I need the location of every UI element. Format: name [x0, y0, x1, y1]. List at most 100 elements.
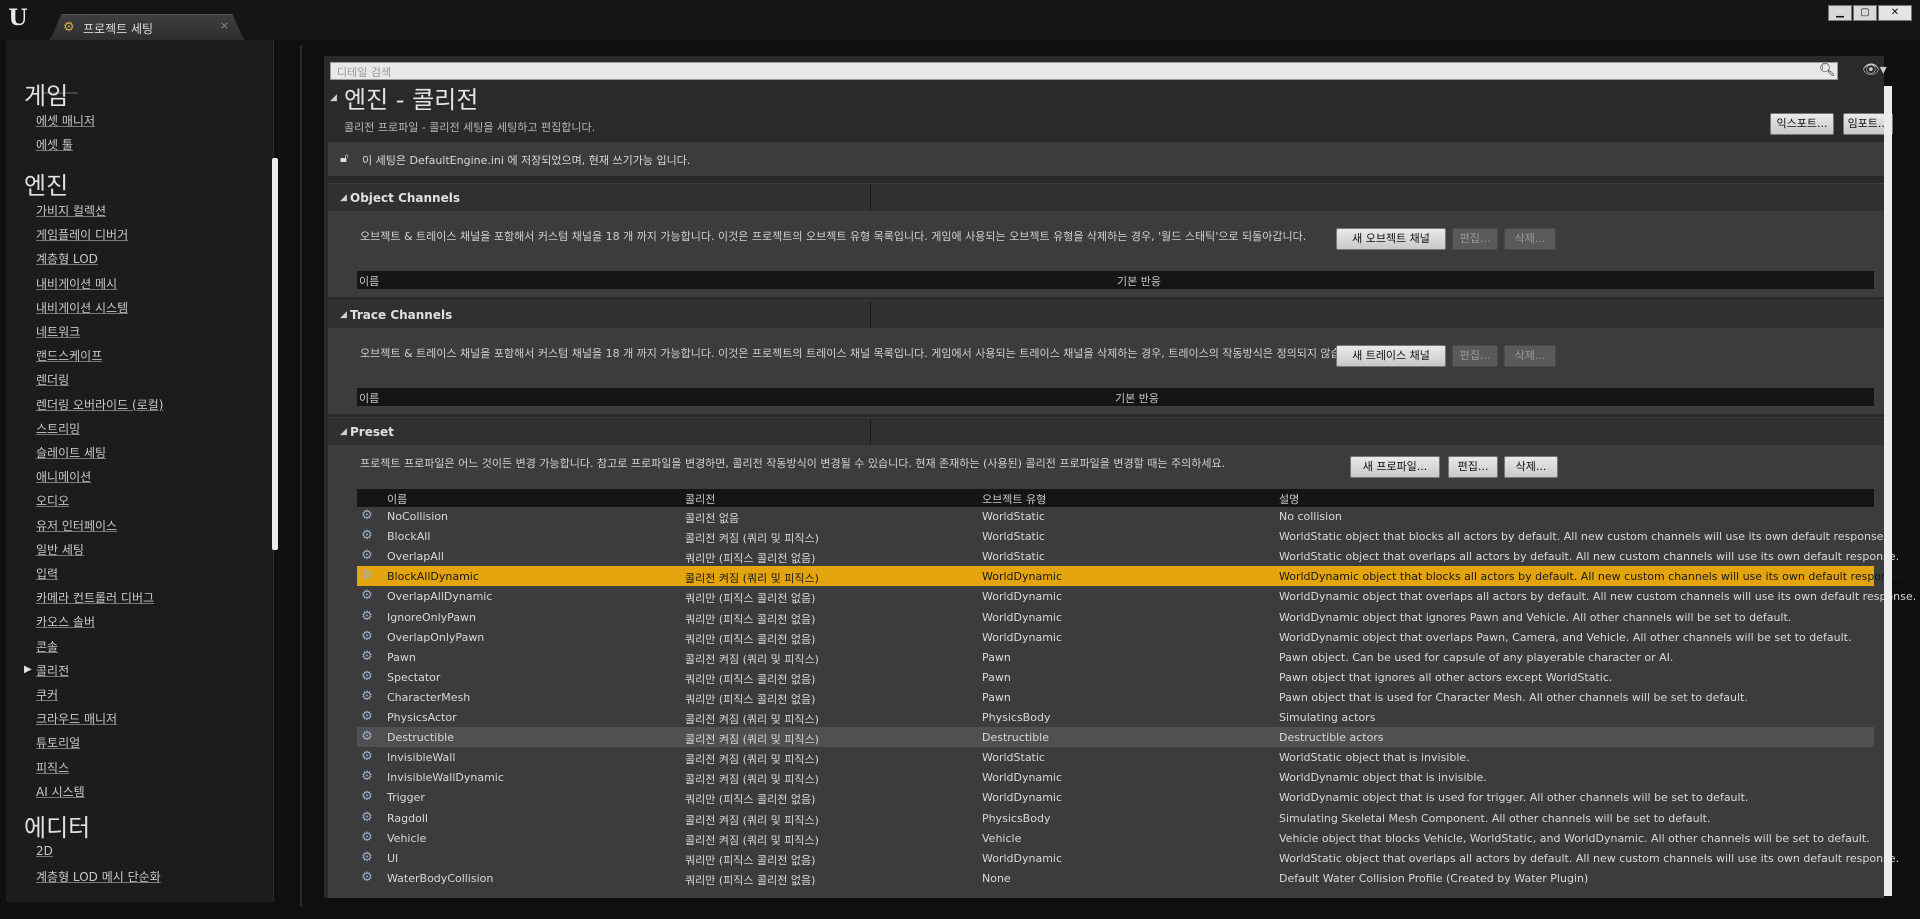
- sidebar-item[interactable]: 튜토리얼: [36, 734, 80, 751]
- row-object-type: WorldDynamic: [982, 791, 1063, 805]
- table-row[interactable]: ⚙ PhysicsActor 콜리전 켜짐 (쿼리 및 피직스) PhysicsBod…: [357, 707, 1874, 727]
- table-row[interactable]: ⚙ OverlapAll 쿼리만 (피직스 콜리전 없음) WorldStatic Wo…: [357, 546, 1899, 566]
- delete-object-channel-button[interactable]: 삭제...: [1504, 228, 1556, 250]
- row-name: Trigger: [387, 791, 425, 805]
- header-splitter[interactable]: [870, 184, 871, 212]
- sidebar-item[interactable]: 크라우드 매니저: [36, 710, 117, 727]
- sidebar-item[interactable]: 카메라 컨트롤러 디버그: [36, 589, 154, 606]
- table-row[interactable]: ⚙ Pawn 콜리전 켜짐 (쿼리 및 피직스) Pawn Pawn object. C…: [357, 647, 1874, 667]
- category-preset[interactable]: ◢ Preset: [328, 417, 1884, 446]
- sidebar-scrollbar[interactable]: [272, 158, 278, 550]
- sidebar-item[interactable]: 2D: [36, 844, 53, 858]
- close-button[interactable]: ✕: [1878, 5, 1912, 21]
- config-info-text: 이 세팅은 DefaultEngine.ini 에 저장되었으며, 현재 쓰기가…: [362, 154, 691, 167]
- sidebar-item[interactable]: 쿠커: [36, 686, 58, 703]
- sidebar-item[interactable]: 내비게이션 시스템: [36, 299, 128, 316]
- tab-close-icon[interactable]: ×: [220, 19, 229, 32]
- gear-icon: ⚙: [361, 729, 373, 745]
- sidebar-item[interactable]: 피직스: [36, 759, 69, 776]
- table-row[interactable]: ⚙ NoCollision 콜리전 없음 WorldStatic No collisio…: [357, 506, 1874, 526]
- maximize-button[interactable]: ▢: [1853, 5, 1877, 21]
- sidebar-item[interactable]: 애니메이션: [36, 468, 91, 485]
- row-description: WorldStatic object that overlaps all act…: [1279, 851, 1900, 865]
- sidebar-item[interactable]: 입력: [36, 565, 58, 582]
- sidebar-item[interactable]: 내비게이션 메시: [36, 275, 117, 292]
- table-row[interactable]: ⚙ InvisibleWall 콜리전 켜짐 (쿼리 및 피직스) WorldStat…: [357, 747, 1874, 767]
- gear-icon: ⚙: [361, 668, 373, 684]
- sidebar-item[interactable]: AI 시스템: [36, 783, 85, 800]
- collapse-arrow-icon[interactable]: ◢: [340, 193, 347, 203]
- edit-trace-channel-button[interactable]: 편집...: [1452, 345, 1498, 367]
- row-description: WorldStatic object that is invisible.: [1279, 751, 1470, 765]
- table-row[interactable]: ⚙ IgnoreOnlyPawn 쿼리만 (피직스 콜리전 없음) WorldDyna…: [357, 607, 1874, 627]
- column-description[interactable]: 설명: [1279, 491, 1299, 507]
- header-splitter[interactable]: [870, 418, 871, 446]
- sidebar-item[interactable]: 일반 세팅: [36, 541, 84, 558]
- column-default-response[interactable]: 기본 반응: [1117, 273, 1161, 289]
- row-description: Pawn object that ignores all other actor…: [1279, 670, 1613, 684]
- config-info-bar: 🔓︎ 이 세팅은 DefaultEngine.ini 에 저장되었으며, 현재 …: [328, 142, 1884, 176]
- sidebar-item[interactable]: 계층형 LOD 메시 단순화: [36, 868, 161, 885]
- delete-profile-button[interactable]: 삭제...: [1504, 456, 1558, 478]
- tab-project-settings[interactable]: ⚙ 프로젝트 세팅 ×: [50, 14, 244, 40]
- object-channels-column-header: 이름 기본 반응: [357, 271, 1874, 289]
- header-splitter[interactable]: [870, 301, 871, 329]
- column-name[interactable]: 이름: [387, 491, 407, 507]
- collapse-arrow-icon[interactable]: ◢: [330, 93, 337, 103]
- sidebar-item[interactable]: 가비지 컬렉션: [36, 202, 106, 219]
- row-object-type: WorldDynamic: [982, 590, 1063, 604]
- sidebar-item[interactable]: 카오스 솔버: [36, 613, 95, 630]
- column-default-response[interactable]: 기본 반응: [1115, 390, 1159, 406]
- sidebar-item[interactable]: 오디오: [36, 492, 69, 509]
- sidebar-item[interactable]: 계층형 LOD: [36, 250, 98, 267]
- panel-splitter[interactable]: [300, 45, 302, 907]
- details-scrollbar[interactable]: [1884, 86, 1892, 896]
- sidebar-item[interactable]: 게임플레이 디버거: [36, 226, 128, 243]
- sidebar-item[interactable]: 유저 인터페이스: [36, 517, 117, 534]
- column-collision[interactable]: 콜리전: [685, 491, 715, 507]
- sidebar-item[interactable]: 랜드스케이프: [36, 347, 102, 364]
- table-row[interactable]: ⚙ Vehicle 콜리전 켜짐 (쿼리 및 피직스) Vehicle Vehicle …: [357, 828, 1874, 848]
- table-row[interactable]: ⚙ CharacterMesh 쿼리만 (피직스 콜리전 없음) Pawn Pawn o…: [357, 687, 1874, 707]
- sidebar-item[interactable]: 네트워크: [36, 323, 80, 340]
- sidebar-item[interactable]: 스트리밍: [36, 420, 80, 437]
- collapse-arrow-icon[interactable]: ◢: [340, 427, 347, 437]
- search-icon[interactable]: 🔍︎: [1819, 63, 1836, 79]
- sidebar-item[interactable]: 에셋 툴: [36, 136, 73, 153]
- sidebar-item[interactable]: 렌더링 오버라이드 (로컬): [36, 396, 163, 413]
- minimize-button[interactable]: ▁: [1828, 5, 1852, 21]
- sidebar-item[interactable]: 슬레이트 세팅: [36, 444, 106, 461]
- export-button[interactable]: 익스포트...: [1770, 113, 1834, 135]
- row-collision: 콜리전 켜짐 (쿼리 및 피직스): [685, 532, 819, 546]
- column-name[interactable]: 이름: [359, 390, 379, 406]
- table-row[interactable]: ⚙ UI 쿼리만 (피직스 콜리전 없음) WorldDynamic WorldStat…: [357, 848, 1899, 868]
- category-object-channels[interactable]: ◢ Object Channels: [328, 183, 1884, 212]
- table-row[interactable]: ⚙ Trigger 쿼리만 (피직스 콜리전 없음) WorldDynamic Worl…: [357, 787, 1874, 807]
- new-object-channel-button[interactable]: 새 오브젝트 채널: [1336, 228, 1446, 250]
- category-trace-channels[interactable]: ◢ Trace Channels: [328, 300, 1884, 329]
- eye-icon[interactable]: 👁︎▾: [1862, 62, 1887, 78]
- table-row[interactable]: ⚙ OverlapOnlyPawn 쿼리만 (피직스 콜리전 없음) WorldDyn…: [357, 627, 1874, 647]
- column-object-type[interactable]: 오브젝트 유형: [982, 491, 1046, 507]
- table-row[interactable]: ⚙ Ragdoll 콜리전 켜짐 (쿼리 및 피직스) PhysicsBody Simu…: [357, 808, 1874, 828]
- table-row[interactable]: ⚙ BlockAll 콜리전 켜짐 (쿼리 및 피직스) WorldStatic Wor…: [357, 526, 1887, 546]
- sidebar-item[interactable]: 콜리전: [36, 662, 69, 679]
- table-row[interactable]: ⚙ Destructible 콜리전 켜짐 (쿼리 및 피직스) Destructib…: [357, 727, 1874, 748]
- table-row[interactable]: ⚙ Spectator 쿼리만 (피직스 콜리전 없음) Pawn Pawn objec…: [357, 667, 1874, 687]
- search-input[interactable]: 디테일 검색 🔍︎: [330, 62, 1838, 80]
- sidebar-item[interactable]: 렌더링: [36, 371, 69, 388]
- edit-profile-button[interactable]: 편집...: [1448, 456, 1498, 478]
- table-row[interactable]: ⚙ BlockAllDynamic 콜리전 켜짐 (쿼리 및 피직스) WorldDy…: [357, 566, 1904, 587]
- table-row[interactable]: ⚙ WaterBodyCollision 쿼리만 (피직스 콜리전 없음) None D…: [357, 868, 1874, 888]
- new-profile-button[interactable]: 새 프로파일...: [1350, 456, 1440, 478]
- gear-icon: ⚙: [361, 648, 373, 664]
- table-row[interactable]: ⚙ OverlapAllDynamic 쿼리만 (피직스 콜리전 없음) WorldD…: [357, 586, 1916, 606]
- edit-object-channel-button[interactable]: 편집...: [1452, 228, 1498, 250]
- sidebar-item[interactable]: 에셋 매니저: [36, 112, 95, 129]
- new-trace-channel-button[interactable]: 새 트레이스 채널: [1336, 345, 1446, 367]
- column-name[interactable]: 이름: [359, 273, 379, 289]
- sidebar-item[interactable]: 콘솔: [36, 638, 58, 655]
- delete-trace-channel-button[interactable]: 삭제...: [1504, 345, 1556, 367]
- collapse-arrow-icon[interactable]: ◢: [340, 310, 347, 320]
- table-row[interactable]: ⚙ InvisibleWallDynamic 콜리전 켜짐 (쿼리 및 피직스) Wo…: [357, 767, 1874, 787]
